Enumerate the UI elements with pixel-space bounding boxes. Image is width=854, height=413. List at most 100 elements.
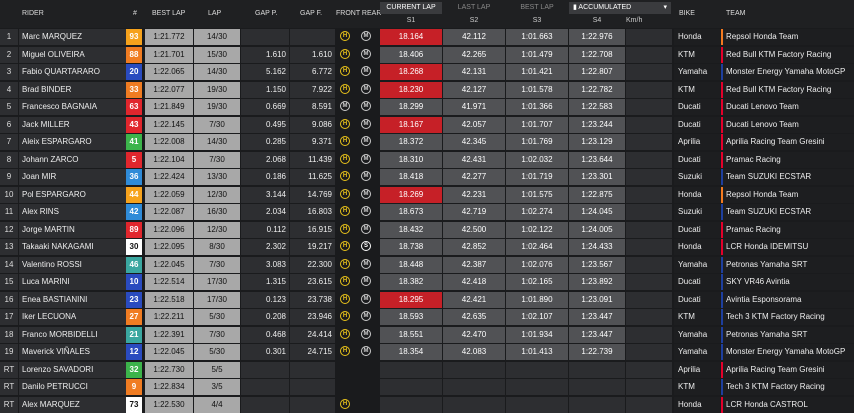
best-lap: 1:22.730 — [145, 361, 193, 378]
best-lap: 1:21.849 — [145, 99, 193, 115]
tyres-header: FRONT REAR — [336, 10, 382, 17]
lap-count: 16/30 — [194, 204, 240, 220]
table-row[interactable]: 7 Aleix ESPARGARO 41 1:22.008 14/30 0.28… — [0, 133, 854, 150]
front-tyre-icon: H — [340, 293, 350, 304]
rider-name: Joan MIR — [19, 169, 130, 185]
gap-first: 1.610 — [290, 46, 335, 63]
rear-tyre-icon: M — [361, 66, 371, 76]
rider-name: Danilo PETRUCCI — [19, 379, 130, 395]
table-row[interactable]: 9 Joan MIR 36 1:22.424 13/30 0.186 11.62… — [0, 168, 854, 185]
tab-best-lap[interactable]: BEST LAP — [506, 2, 568, 14]
bike-maker: Yamaha — [674, 326, 720, 343]
table-row[interactable]: 17 Iker LECUONA 27 1:22.211 5/30 0.208 2… — [0, 308, 854, 325]
best-lap: 1:22.059 — [145, 186, 193, 203]
gap-first: 9.086 — [290, 116, 335, 133]
team-name: Aprilia Racing Team Gresini — [721, 134, 854, 150]
rider-name: Maverick VIÑALES — [19, 344, 130, 360]
team-name: Team SUZUKI ECSTAR — [721, 169, 854, 185]
position: 17 — [0, 309, 18, 325]
rider-name: Jack MILLER — [19, 116, 130, 133]
rear-tyre-icon: M — [361, 188, 371, 199]
sector-1-time: 18.406 — [380, 46, 442, 63]
gap-previous: 2.068 — [241, 151, 289, 168]
sector-4-time: 1:23.447 — [569, 309, 625, 325]
sector-1-time — [380, 361, 442, 378]
position: RT — [0, 396, 18, 413]
lap-count: 7/30 — [194, 151, 240, 168]
table-row[interactable]: RT Lorenzo SAVADORI 32 1:22.730 5/5 Apri… — [0, 361, 854, 378]
team-name: Ducati Lenovo Team — [721, 99, 854, 115]
table-row[interactable]: 6 Jack MILLER 43 1:22.145 7/30 0.495 9.0… — [0, 116, 854, 133]
table-row[interactable]: 2 Miguel OLIVEIRA 88 1:21.701 15/30 1.61… — [0, 46, 854, 63]
sector-4-time — [569, 361, 625, 378]
rider-number: 73 — [126, 396, 142, 413]
best-lap-header[interactable]: BEST LAP — [152, 10, 185, 17]
gap-previous: 1.315 — [241, 274, 289, 290]
table-row[interactable]: 5 Francesco BAGNAIA 63 1:21.849 19/30 0.… — [0, 98, 854, 115]
table-row[interactable]: 1 Marc MARQUEZ 93 1:21.772 14/30 H M 18.1… — [0, 28, 854, 45]
table-row[interactable]: 3 Fabio QUARTARARO 20 1:22.065 14/30 5.1… — [0, 63, 854, 80]
table-row[interactable]: 11 Alex RINS 42 1:22.087 16/30 2.034 16.… — [0, 203, 854, 220]
rider-number: 33 — [126, 81, 142, 98]
table-row[interactable]: 4 Brad BINDER 33 1:22.077 19/30 1.150 7.… — [0, 81, 854, 98]
bike-maker: Ducati — [674, 116, 720, 133]
team-color-bar — [721, 291, 723, 308]
bike-maker: Ducati — [674, 99, 720, 115]
gap-f-header[interactable]: GAP F. — [300, 10, 322, 17]
sector-1-time: 18.372 — [380, 134, 442, 150]
tab-last-lap[interactable]: LAST LAP — [443, 2, 505, 14]
lap-count: 14/30 — [194, 134, 240, 150]
speed-cell — [626, 64, 672, 80]
sector-3-time: 1:01.934 — [506, 326, 568, 343]
best-lap: 1:22.077 — [145, 81, 193, 98]
table-row[interactable]: 10 Pol ESPARGARO 44 1:22.059 12/30 3.144… — [0, 186, 854, 203]
rider-number: 36 — [126, 169, 142, 185]
speed-cell — [626, 186, 672, 203]
position: 19 — [0, 344, 18, 360]
bike-maker: Aprilia — [674, 134, 720, 150]
lap-count: 19/30 — [194, 99, 240, 115]
gap-p-header[interactable]: GAP P. — [255, 10, 277, 17]
table-row[interactable]: 15 Luca MARINI 10 1:22.514 17/30 1.315 2… — [0, 273, 854, 290]
sector-1-time: 18.167 — [380, 116, 442, 133]
sector-1-time: 18.230 — [380, 81, 442, 98]
sector-3-time: 1:01.769 — [506, 134, 568, 150]
table-row[interactable]: 18 Franco MORBIDELLI 21 1:22.391 7/30 0.… — [0, 326, 854, 343]
table-row[interactable]: 8 Johann ZARCO 5 1:22.104 7/30 2.068 11.… — [0, 151, 854, 168]
table-row[interactable]: 19 Maverick VIÑALES 12 1:22.045 5/30 0.3… — [0, 343, 854, 360]
tab-current-lap[interactable]: CURRENT LAP — [380, 2, 442, 14]
sector-4-time — [569, 379, 625, 395]
sector-2-time: 42.265 — [443, 46, 505, 63]
sector-3-time: 1:01.890 — [506, 291, 568, 308]
table-row[interactable]: RT Danilo PETRUCCI 9 1:22.834 3/5 KTM Te… — [0, 378, 854, 395]
team-name: Tech 3 KTM Factory Racing — [721, 379, 854, 395]
team-color-bar — [721, 361, 723, 378]
accumulated-dropdown[interactable]: ▮ ACCUMULATED ▾ — [569, 2, 671, 14]
gap-previous: 5.162 — [241, 64, 289, 80]
gap-first: 22.300 — [290, 256, 335, 273]
table-row[interactable]: 13 Takaaki NAKAGAMI 30 1:22.095 8/30 2.3… — [0, 238, 854, 255]
lap-count: 13/30 — [194, 169, 240, 185]
rider-name: Francesco BAGNAIA — [19, 99, 130, 115]
position: 12 — [0, 221, 18, 238]
table-row[interactable]: 16 Enea BASTIANINI 23 1:22.518 17/30 0.1… — [0, 291, 854, 308]
bike-maker: Honda — [674, 29, 720, 45]
speed-cell — [626, 344, 672, 360]
table-row[interactable]: 12 Jorge MARTIN 89 1:22.096 12/30 0.112 … — [0, 221, 854, 238]
speed-cell — [626, 274, 672, 290]
rider-number: 44 — [126, 186, 142, 203]
front-tyre-icon: H — [340, 311, 350, 321]
position: 6 — [0, 116, 18, 133]
rider-header[interactable]: RIDER — [22, 10, 44, 17]
best-lap: 1:22.211 — [145, 309, 193, 325]
sector-1-time: 18.448 — [380, 256, 442, 273]
team-name: Ducati Lenovo Team — [721, 116, 854, 133]
sector-2-time: 42.421 — [443, 291, 505, 308]
sector-3-time: 1:02.032 — [506, 151, 568, 168]
table-row[interactable]: 14 Valentino ROSSI 46 1:22.045 7/30 3.08… — [0, 256, 854, 273]
sector-2-time: 42.277 — [443, 169, 505, 185]
speed-cell — [626, 396, 672, 413]
speed-cell — [626, 134, 672, 150]
lap-header[interactable]: LAP — [208, 10, 221, 17]
sector-1-time: 18.299 — [380, 99, 442, 115]
